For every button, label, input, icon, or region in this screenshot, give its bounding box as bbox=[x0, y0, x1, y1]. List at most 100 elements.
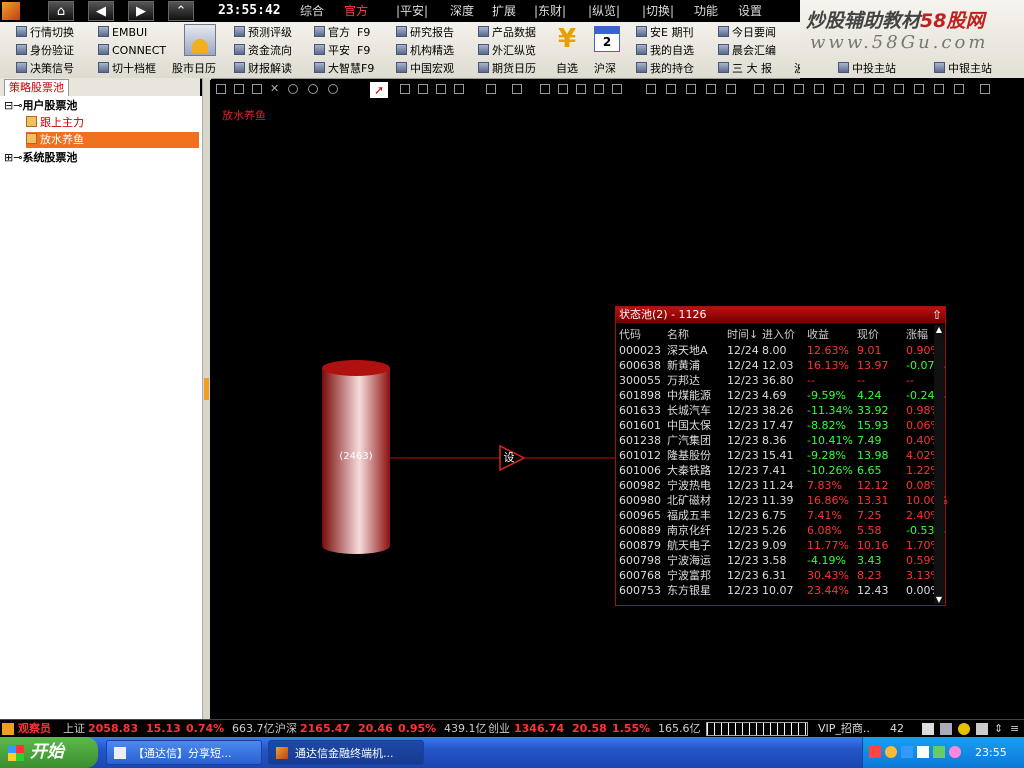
delete-icon[interactable]: ✕ bbox=[270, 83, 280, 94]
tree-node-system-pool[interactable]: ⊞⊸系统股票池 bbox=[4, 150, 77, 166]
align-icon[interactable] bbox=[686, 84, 696, 94]
distribute-icon[interactable] bbox=[794, 84, 804, 94]
mail-icon[interactable] bbox=[922, 723, 934, 735]
toolbar-button-zixuan[interactable]: 自选 bbox=[556, 60, 578, 78]
distribute-icon[interactable] bbox=[914, 84, 924, 94]
toolbar-button-hangqing[interactable]: 行情切换 bbox=[16, 24, 74, 42]
distribute-icon[interactable] bbox=[874, 84, 884, 94]
index-name-cy[interactable]: 创业 bbox=[488, 720, 510, 738]
toolbar-button-zhongyin[interactable]: 中银主站 bbox=[934, 60, 992, 78]
menu-shezhi[interactable]: 设置 bbox=[738, 0, 762, 22]
table-row[interactable]: 600889 南京化纤 12/23 5.26 6.08% 5.58 -0.53% bbox=[616, 523, 945, 538]
rect-tool-icon[interactable] bbox=[400, 84, 410, 94]
smiley-icon[interactable] bbox=[958, 723, 970, 735]
user-avatar-icon[interactable] bbox=[184, 24, 216, 56]
distribute-icon[interactable] bbox=[894, 84, 904, 94]
index-name-sh[interactable]: 上证 bbox=[63, 720, 85, 738]
table-row[interactable]: 600798 宁波海运 12/23 3.58 -4.19% 3.43 0.59% bbox=[616, 553, 941, 568]
tray-clock[interactable]: 23:55 bbox=[975, 737, 1007, 768]
splitter-handle[interactable] bbox=[204, 378, 209, 400]
toolbar-button-guanfang-f9[interactable]: 官方 F9 bbox=[314, 24, 370, 42]
toolbar-button-hongguan[interactable]: 中国宏观 bbox=[396, 60, 454, 78]
toolbar-button-sandabao[interactable]: 三 大 报 bbox=[718, 60, 772, 78]
table-row[interactable]: 601898 中煤能源 12/23 4.69 -9.59% 4.24 -0.24% bbox=[616, 388, 945, 403]
tab-strategy-pool[interactable]: 策略股票池 bbox=[4, 79, 69, 96]
menu-zonglan[interactable]: |纵览| bbox=[588, 0, 620, 22]
menu-pingan[interactable]: |平安| bbox=[396, 0, 428, 22]
condition-node-label[interactable]: 设 bbox=[501, 450, 517, 466]
align-icon[interactable] bbox=[666, 84, 676, 94]
account-label[interactable]: VIP_招商.. bbox=[818, 720, 870, 738]
yen-icon[interactable]: ¥ bbox=[553, 25, 581, 53]
toolbar-button-hushen[interactable]: 沪深 bbox=[594, 60, 616, 78]
node-tool-icon[interactable] bbox=[512, 84, 522, 94]
back-icon[interactable]: ◀ bbox=[88, 1, 114, 21]
toolbar-button-yanjiu[interactable]: 研究报告 bbox=[396, 24, 454, 42]
save-icon[interactable] bbox=[252, 84, 262, 94]
play-icon[interactable] bbox=[288, 84, 298, 94]
table-row[interactable]: 600965 福成五丰 12/23 6.75 7.41% 7.25 2.40% bbox=[616, 508, 941, 523]
menu-gongneng[interactable]: 功能 bbox=[694, 0, 718, 22]
shape-tool-icon[interactable] bbox=[558, 84, 568, 94]
forward-icon[interactable]: ▶ bbox=[128, 1, 154, 21]
toolbar-button-jinri[interactable]: 今日要闻 bbox=[718, 24, 776, 42]
collapse-up-icon[interactable]: ⌃ bbox=[168, 1, 194, 21]
table-row[interactable]: 600768 宁波富邦 12/23 6.31 30.43% 8.23 3.13% bbox=[616, 568, 941, 583]
tree-expander-icon[interactable]: ⊞⊸ bbox=[4, 151, 22, 164]
home-icon[interactable]: ⌂ bbox=[48, 1, 74, 21]
pause-icon[interactable] bbox=[308, 84, 318, 94]
toolbar-button-chanpin[interactable]: 产品数据 bbox=[478, 24, 536, 42]
toolbar-button-anejikan[interactable]: 安E 期刊 bbox=[636, 24, 693, 42]
table-row[interactable]: 600982 宁波热电 12/23 11.24 7.83% 12.12 0.08% bbox=[616, 478, 941, 493]
table-row[interactable]: 600753 东方银星 12/23 10.07 23.44% 12.43 0.00% bbox=[616, 583, 941, 598]
toolbar-button-chenhui[interactable]: 晨会汇编 bbox=[718, 42, 776, 60]
lock-icon[interactable] bbox=[976, 723, 988, 735]
shape-tool-icon[interactable] bbox=[594, 84, 604, 94]
task-button-tdx-terminal[interactable]: 通达信金融终端机... bbox=[268, 740, 424, 765]
toolbar-button-qieshidang[interactable]: 切十档框 bbox=[98, 60, 156, 78]
table-row[interactable]: 000023 深天地A 12/24 8.00 12.63% 9.01 0.90% bbox=[616, 343, 941, 358]
tree-node-genshang[interactable]: 跟上主力 bbox=[26, 115, 84, 131]
distribute-icon[interactable] bbox=[754, 84, 764, 94]
distribute-icon[interactable] bbox=[854, 84, 864, 94]
col-header-name[interactable]: 名称 bbox=[667, 326, 689, 342]
tree-node-user-pool[interactable]: ⊟⊸用户股票池 bbox=[4, 98, 77, 114]
arrow-tool-icon[interactable] bbox=[454, 84, 464, 94]
toolbar-button-connect[interactable]: CONNECT bbox=[98, 42, 166, 60]
table-row[interactable]: 300055 万邦达 12/23 36.80 -- -- -- bbox=[616, 373, 936, 388]
col-header-price[interactable]: 现价 bbox=[857, 326, 879, 342]
toolbar-button-waihui[interactable]: 外汇纵览 bbox=[478, 42, 536, 60]
menu-icon[interactable]: ≡ bbox=[1010, 722, 1022, 736]
table-row[interactable]: 601633 长城汽车 12/23 38.26 -11.34% 33.92 0.98% bbox=[616, 403, 941, 418]
index-name-hs[interactable]: 沪深 bbox=[275, 720, 297, 738]
toolbar-button-zijin[interactable]: 资金流向 bbox=[234, 42, 292, 60]
distribute-icon[interactable] bbox=[934, 84, 944, 94]
toolbar-button-yuce[interactable]: 预测评级 bbox=[234, 24, 292, 42]
tray-icon[interactable] bbox=[901, 746, 913, 758]
status-pool-titlebar[interactable]: 状态池(2) - 1126 bbox=[616, 307, 945, 323]
tray-icon[interactable] bbox=[869, 746, 881, 758]
table-row[interactable]: 600980 北矿磁材 12/23 11.39 16.86% 13.31 10.00% bbox=[616, 493, 948, 508]
toolbar-button-shenfen[interactable]: 身份验证 bbox=[16, 42, 74, 60]
shape-tool-icon[interactable] bbox=[540, 84, 550, 94]
tray-icon[interactable] bbox=[949, 746, 961, 758]
select-pointer-icon[interactable]: ➚ bbox=[370, 82, 388, 98]
col-header-profit[interactable]: 收益 bbox=[807, 326, 829, 342]
menu-kuozhan[interactable]: 扩展 bbox=[492, 0, 516, 22]
distribute-icon[interactable] bbox=[954, 84, 964, 94]
col-header-time[interactable]: 时间↓ bbox=[727, 326, 758, 342]
task-button-share[interactable]: 【通达信】分享短... bbox=[106, 740, 262, 765]
table-row[interactable]: 601601 中国太保 12/23 17.47 -8.82% 15.93 0.06% bbox=[616, 418, 941, 433]
layer-icon[interactable] bbox=[980, 84, 990, 94]
open-icon[interactable] bbox=[234, 84, 244, 94]
keyboard-icon[interactable] bbox=[940, 723, 952, 735]
calendar-icon[interactable]: 2 bbox=[594, 26, 620, 52]
menu-dongcai[interactable]: |东财| bbox=[534, 0, 566, 22]
align-icon[interactable] bbox=[706, 84, 716, 94]
distribute-icon[interactable] bbox=[814, 84, 824, 94]
align-icon[interactable] bbox=[726, 84, 736, 94]
col-header-code[interactable]: 代码 bbox=[619, 326, 641, 342]
toolbar-button-dazhihui[interactable]: 大智慧F9 bbox=[314, 60, 374, 78]
pin-icon[interactable]: ⇕ bbox=[994, 722, 1006, 736]
shape-tool-icon[interactable] bbox=[576, 84, 586, 94]
